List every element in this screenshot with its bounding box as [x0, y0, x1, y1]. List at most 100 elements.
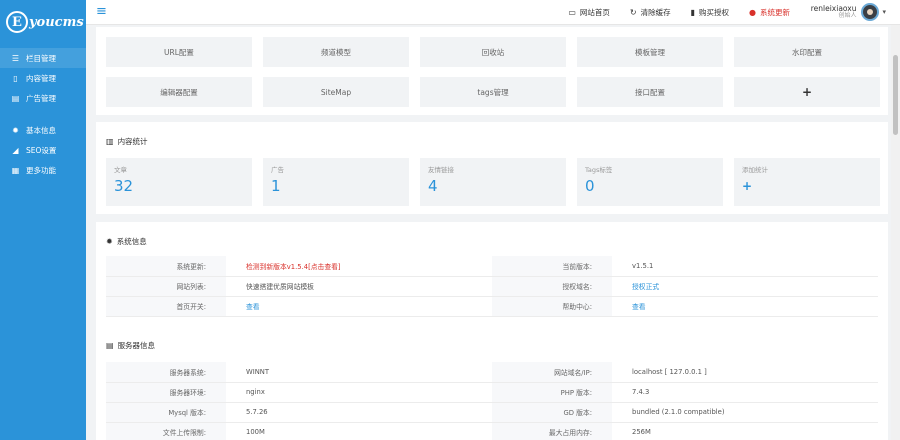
stat-label: 添加统计 — [742, 166, 768, 174]
sidebar-item-column-management[interactable]: ☰ 栏目管理 — [0, 48, 86, 68]
stat-value: 0 — [585, 177, 595, 195]
info-label: Mysql 版本: — [106, 402, 226, 423]
stat-card-friend-links[interactable]: 友情链接 4 — [420, 158, 566, 206]
stat-card-ads[interactable]: 广告 1 — [263, 158, 409, 206]
stat-card-articles[interactable]: 文章 32 — [106, 158, 252, 206]
info-label: 授权域名: — [492, 276, 612, 297]
server-info-title: ▤ 服务器信息 — [106, 341, 156, 350]
clear-cache-label: 清除缓存 — [640, 8, 671, 17]
quick-link-tags-management[interactable]: tags管理 — [420, 77, 566, 107]
server-icon: ▤ — [106, 341, 114, 350]
quick-links-panel: URL配置 频道模型 回收站 模板管理 水印配置 编辑器配置 SiteMap t… — [96, 27, 888, 115]
stat-value: 4 — [428, 177, 438, 195]
sidebar-item-basic-info[interactable]: ✹ 基本信息 — [0, 120, 86, 140]
info-value: bundled (2.1.0 compatible) — [612, 402, 878, 423]
server-info-table: 服务器系统: WINNT 网站域名/IP: localhost [ 127.0.… — [106, 362, 878, 440]
info-value: WINNT — [226, 362, 492, 383]
sidebar-item-label: 更多功能 — [26, 165, 56, 175]
info-label: 网站域名/IP: — [492, 362, 612, 383]
table-row: 文件上传限制: 100M 最大占用内存: 256M — [106, 422, 878, 440]
logo-text: youcms — [29, 14, 84, 30]
top-header: ≡ ▭ 网站首页 ↻ 清除缓存 ▮ 购买授权 ● 系统更新 renleixiao… — [86, 0, 900, 25]
clear-cache-link[interactable]: ↻ 清除缓存 — [630, 7, 671, 18]
sidebar-item-label: 广告管理 — [26, 93, 56, 103]
table-row: 服务器系统: WINNT 网站域名/IP: localhost [ 127.0.… — [106, 362, 878, 383]
alert-icon: ● — [749, 8, 756, 17]
quick-link-channel-model[interactable]: 频道模型 — [263, 37, 409, 67]
system-info-table: 系统更新: 检测到新版本v1.5.4[点击查看] 当前版本: v1.5.1 网站… — [106, 256, 878, 317]
stat-card-add[interactable]: 添加统计 + — [734, 158, 880, 206]
sidebar-item-ad-management[interactable]: ▤ 广告管理 — [0, 88, 86, 108]
quick-link-sitemap[interactable]: SiteMap — [263, 77, 409, 107]
info-value: nginx — [226, 382, 492, 403]
table-row: 服务器环境: nginx PHP 版本: 7.4.3 — [106, 382, 878, 403]
quick-link-template-management[interactable]: 模板管理 — [577, 37, 723, 67]
table-row: 系统更新: 检测到新版本v1.5.4[点击查看] 当前版本: v1.5.1 — [106, 256, 878, 277]
sidebar-item-seo[interactable]: ◢ SEO设置 — [0, 140, 86, 160]
sidebar-item-label: 基本信息 — [26, 125, 56, 135]
logo-mark: E — [6, 11, 28, 33]
quick-link-watermark-config[interactable]: 水印配置 — [734, 37, 880, 67]
info-label: 当前版本: — [492, 256, 612, 277]
add-stat-button[interactable]: + — [742, 179, 872, 193]
info-value: 100M — [226, 422, 492, 440]
site-home-link[interactable]: ▭ 网站首页 — [568, 7, 610, 18]
send-icon: ◢ — [12, 145, 19, 155]
scrollbar[interactable] — [891, 25, 900, 440]
stat-card-tags[interactable]: Tags标签 0 — [577, 158, 723, 206]
info-label: 帮助中心: — [492, 296, 612, 317]
quick-links-grid: URL配置 频道模型 回收站 模板管理 水印配置 编辑器配置 SiteMap t… — [106, 37, 880, 107]
buy-license-label: 购买授权 — [699, 8, 730, 17]
grid-icon: ▦ — [11, 165, 20, 175]
sidebar-item-label: SEO设置 — [26, 145, 57, 155]
stat-label: 文章 — [114, 166, 127, 174]
user-menu[interactable]: renleixiaoxu 创始人 ▾ — [811, 3, 886, 21]
table-row: Mysql 版本: 5.7.26 GD 版本: bundled (2.1.0 c… — [106, 402, 878, 423]
sidebar-item-content-management[interactable]: ▯ 内容管理 — [0, 68, 86, 88]
stat-label: 友情链接 — [428, 166, 454, 174]
stats-grid: 文章 32 广告 1 友情链接 4 Tags标签 0 添加统计 + — [106, 158, 880, 206]
info-label: 最大占用内存: — [492, 422, 612, 440]
info-label: 文件上传限制: — [106, 422, 226, 440]
info-label: PHP 版本: — [492, 382, 612, 403]
info-label: 系统更新: — [106, 256, 226, 277]
quick-link-api-config[interactable]: 接口配置 — [577, 77, 723, 107]
system-update-label: 系统更新 — [760, 8, 790, 17]
bar-chart-icon: ▥ — [106, 137, 114, 146]
scrollbar-thumb[interactable] — [893, 55, 898, 135]
list-icon: ☰ — [11, 53, 20, 63]
table-row: 网站列表: 快速搭建优质网站模板 授权域名: 授权正式 — [106, 276, 878, 297]
add-quick-link-button[interactable]: + — [734, 77, 880, 107]
info-value: 快速搭建优质网站模板 — [226, 276, 492, 297]
sidebar-item-more[interactable]: ▦ 更多功能 — [0, 160, 86, 180]
homepage-view-link[interactable]: 查看 — [226, 296, 492, 317]
stat-value: 32 — [114, 177, 134, 195]
license-domain-link[interactable]: 授权正式 — [612, 276, 878, 297]
info-value: 5.7.26 — [226, 402, 492, 423]
sidebar: E youcms ☰ 栏目管理 ▯ 内容管理 ▤ 广告管理 ✹ 基本信息 ◢ S… — [0, 0, 86, 440]
stat-label: Tags标签 — [585, 166, 613, 174]
info-value: localhost [ 127.0.0.1 ] — [612, 362, 878, 383]
logo[interactable]: E youcms — [0, 0, 86, 44]
site-home-label: 网站首页 — [579, 8, 610, 17]
quick-link-recycle-bin[interactable]: 回收站 — [420, 37, 566, 67]
content-stats-title: ▥ 内容统计 — [106, 137, 148, 146]
info-label: 服务器系统: — [106, 362, 226, 383]
quick-link-editor-config[interactable]: 编辑器配置 — [106, 77, 252, 107]
system-update-value-link[interactable]: 检测到新版本v1.5.4[点击查看] — [226, 256, 492, 277]
avatar[interactable] — [861, 3, 880, 21]
ad-icon: ▤ — [11, 93, 20, 103]
hamburger-menu-icon[interactable]: ≡ — [96, 5, 107, 18]
info-value: 256M — [612, 422, 878, 440]
system-update-link[interactable]: ● 系统更新 — [749, 7, 790, 18]
quick-link-url-config[interactable]: URL配置 — [106, 37, 252, 67]
info-label: 首页开关: — [106, 296, 226, 317]
gear-icon: ✹ — [12, 125, 19, 135]
help-center-link[interactable]: 查看 — [612, 296, 878, 317]
stat-value: 1 — [271, 177, 281, 195]
info-panel: ✹ 系统信息 系统更新: 检测到新版本v1.5.4[点击查看] 当前版本: v1… — [96, 222, 888, 440]
file-icon: ▯ — [13, 73, 18, 83]
buy-license-link[interactable]: ▮ 购买授权 — [691, 7, 729, 18]
gear-icon: ✹ — [106, 237, 113, 246]
info-value: 7.4.3 — [612, 382, 878, 403]
